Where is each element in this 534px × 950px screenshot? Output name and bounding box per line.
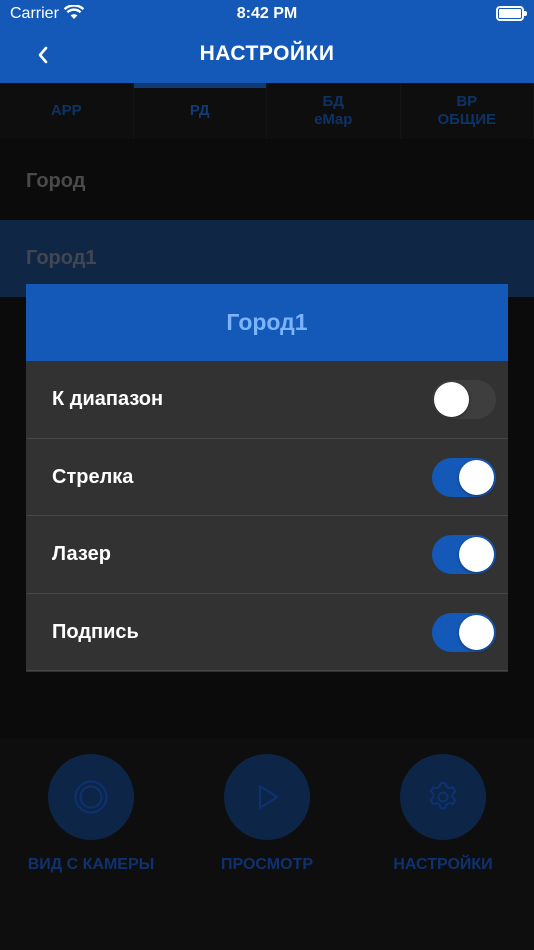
battery-icon: [496, 6, 527, 21]
tab-bd-emap[interactable]: БД eMap: [267, 83, 401, 139]
tab-rd[interactable]: РД: [133, 83, 267, 139]
settings-tabs: APP РД БД eMap ВР ОБЩИЕ: [0, 83, 534, 139]
toggle-knob: [459, 614, 494, 650]
camera-view-button[interactable]: [48, 754, 134, 840]
tab-app[interactable]: APP: [0, 83, 134, 139]
list-item-label: Город: [26, 170, 86, 192]
camera-ring-icon: [74, 780, 108, 814]
page-title: НАСТРОЙКИ: [199, 42, 335, 65]
status-time: 8:42 PM: [236, 5, 298, 22]
bottom-tab-bar: ВИД С КАМЕРЫ ПРОСМОТР НАСТРОЙКИ: [0, 738, 534, 950]
navigation-bar: НАСТРОЙКИ: [0, 28, 534, 83]
arrow-toggle[interactable]: [432, 457, 496, 497]
play-icon: [259, 785, 278, 809]
k-range-toggle[interactable]: [432, 380, 496, 419]
tab-bd-emap-label: БД eMap: [314, 93, 353, 128]
toggle-knob: [434, 382, 469, 417]
list-item-label: Город1: [26, 247, 97, 269]
caption-toggle[interactable]: [432, 612, 496, 652]
camera-view-label: ВИД С КАМЕРЫ: [27, 856, 155, 873]
toggle-knob: [459, 459, 494, 495]
laser-toggle[interactable]: [432, 535, 496, 574]
option-row-laser: Лазер: [26, 516, 508, 594]
preview-button[interactable]: [224, 754, 310, 840]
dialog-title: Город1: [26, 284, 508, 361]
tab-rd-label: РД: [189, 102, 210, 119]
option-label: Стрелка: [52, 465, 134, 488]
bottom-tab-settings[interactable]: НАСТРОЙКИ: [354, 754, 532, 874]
settings-label: НАСТРОЙКИ: [393, 856, 493, 873]
gear-icon: [429, 782, 457, 810]
option-row-caption: Подпись: [26, 594, 508, 671]
option-label: Лазер: [52, 543, 111, 565]
list-item-city[interactable]: Город: [0, 143, 534, 220]
bottom-tab-preview[interactable]: ПРОСМОТР: [178, 754, 356, 874]
bottom-tab-camera-view[interactable]: ВИД С КАМЕРЫ: [2, 754, 180, 874]
tab-app-label: APP: [50, 102, 82, 119]
option-label: Подпись: [52, 620, 139, 643]
option-label: К диапазон: [52, 388, 164, 410]
option-row-k-range: К диапазон: [26, 361, 508, 439]
preview-label: ПРОСМОТР: [221, 856, 313, 873]
settings-button[interactable]: [400, 754, 486, 840]
tab-vr-general[interactable]: ВР ОБЩИЕ: [401, 83, 534, 139]
option-row-arrow: Стрелка: [26, 439, 508, 516]
toggle-knob: [459, 537, 494, 572]
tab-vr-general-label: ВР ОБЩИЕ: [437, 93, 497, 128]
options-dialog: Город1 К диапазон Стрелка Лазер Подпись: [26, 284, 508, 672]
status-bar: Carrier 8:42 PM: [0, 0, 534, 28]
